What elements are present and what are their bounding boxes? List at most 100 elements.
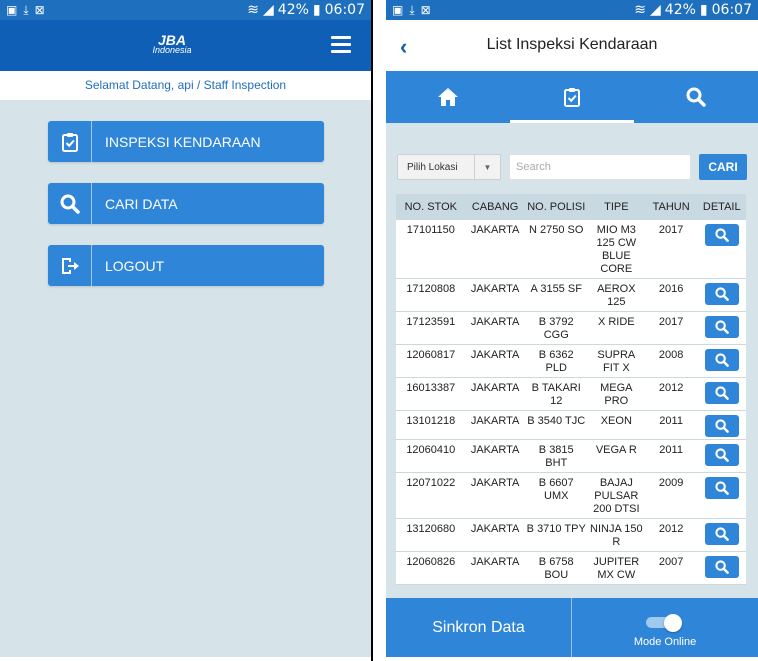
cell-cabang: JAKARTA (465, 311, 525, 345)
search-icon (715, 527, 729, 541)
cell-tahun: 2007 (644, 551, 698, 585)
cell-cabang: JAKARTA (465, 551, 525, 585)
table-row: 17123591 JAKARTA B 3792 CGG X RIDE 2017 (396, 311, 746, 345)
detail-button[interactable] (704, 477, 739, 499)
cell-tahun: 2008 (644, 344, 698, 378)
page-header: ‹ List Inspeksi Kendaraan (386, 20, 758, 71)
tab-home[interactable] (386, 71, 510, 123)
welcome-text: Selamat Datang, api / Staff Inspection (0, 71, 371, 100)
cell-tipe: MIO M3 125 CW BLUE CORE (587, 220, 645, 279)
cell-tipe: AEROX 125 (587, 278, 645, 312)
location-select[interactable]: Pilih Lokasi ▼ (397, 154, 501, 180)
detail-button[interactable] (704, 523, 739, 545)
battery-percent: 42% (277, 2, 309, 18)
table-row: 16013387 JAKARTA B TAKARI 12 MEGA PRO 20… (396, 377, 746, 411)
cari-data-button[interactable]: CARI DATA (48, 183, 324, 224)
list-inspeksi-screen: ▣ ⤓ ⊠ ≋ ◢ 42% ▮ 06:07 ‹ List Inspeksi Ke… (386, 0, 758, 657)
cell-tipe: NINJA 150 R (587, 518, 645, 552)
detail-button[interactable] (704, 556, 739, 578)
menu-icon[interactable] (331, 36, 351, 54)
header-no-stok: NO. STOK (404, 201, 457, 213)
cell-stok: 17120808 (396, 278, 466, 312)
cari-button[interactable]: CARI (699, 154, 747, 180)
cell-tahun: 2009 (644, 472, 698, 519)
cell-cabang: JAKARTA (465, 377, 525, 411)
cell-tahun: 2017 (644, 220, 698, 279)
detail-button[interactable] (704, 415, 739, 437)
search-icon (48, 183, 92, 224)
detail-button[interactable] (704, 283, 739, 305)
cell-stok: 12060826 (396, 551, 466, 585)
app-header: JBA Indonesia (0, 20, 371, 71)
cell-tahun: 2016 (644, 278, 698, 312)
jba-logo: JBA Indonesia (152, 32, 192, 55)
toggle-switch[interactable] (646, 613, 684, 632)
left-bottom-strip (0, 657, 371, 661)
detail-button[interactable] (704, 349, 739, 371)
detail-button[interactable] (704, 316, 739, 338)
signal-icon: ◢ (650, 2, 661, 18)
cell-polisi: B 3815 BHT (524, 439, 588, 473)
cell-tipe: JUPITER MX CW (587, 551, 645, 585)
screen-divider (371, 0, 373, 661)
chevron-down-icon: ▼ (474, 155, 500, 179)
tab-inspeksi[interactable] (510, 71, 634, 123)
table-row: 13120680 JAKARTA B 3710 TPY NINJA 150 R … (396, 518, 746, 552)
clock: 06:07 (711, 2, 752, 18)
table-row: 17101150 JAKARTA N 2750 SO MIO M3 125 CW… (396, 220, 746, 279)
header-detail: DETAIL (702, 201, 741, 213)
table-row: 17120808 JAKARTA A 3155 SF AEROX 125 201… (396, 278, 746, 312)
table-header-row: NO. STOK CABANG NO. POLISI TIPE TAHUN DE… (396, 194, 746, 220)
bottom-action-bar: Sinkron Data Mode Online (386, 598, 758, 657)
image-icon: ▣ (392, 3, 404, 17)
cell-tipe: MEGA PRO (587, 377, 645, 411)
cell-tipe: X RIDE (587, 311, 645, 345)
detail-button[interactable] (704, 444, 739, 466)
search-input[interactable] (509, 154, 691, 180)
logout-button[interactable]: LOGOUT (48, 245, 324, 286)
clipboard-check-icon (564, 88, 580, 107)
cell-polisi: B 6607 UMX (524, 472, 588, 519)
download-icon: ⤓ (23, 2, 29, 17)
cell-tahun: 2012 (644, 377, 698, 411)
wifi-icon: ≋ (247, 2, 260, 18)
cell-stok: 13101218 (396, 410, 466, 440)
tab-bar (386, 71, 758, 123)
mode-online-toggle[interactable]: Mode Online (572, 598, 758, 657)
x-box-icon: ⊠ (34, 3, 45, 17)
search-icon (715, 448, 729, 462)
cell-stok: 17101150 (396, 220, 466, 279)
cell-polisi: B TAKARI 12 (524, 377, 588, 411)
cell-stok: 13120680 (396, 518, 466, 552)
cell-stok: 12060817 (396, 344, 466, 378)
cell-cabang: JAKARTA (465, 220, 525, 279)
battery-percent: 42% (664, 2, 696, 18)
cell-polisi: B 3792 CGG (524, 311, 588, 345)
header-no-polisi: NO. POLISI (527, 201, 586, 213)
search-icon (715, 287, 729, 301)
download-icon: ⤓ (409, 2, 415, 17)
cell-stok: 17123591 (396, 311, 466, 345)
signal-icon: ◢ (263, 2, 274, 18)
cell-tipe: VEGA R (587, 439, 645, 473)
table-row: 12071022 JAKARTA B 6607 UMX BAJAJ PULSAR… (396, 472, 746, 519)
detail-button[interactable] (704, 224, 739, 246)
cell-cabang: JAKARTA (465, 439, 525, 473)
cell-polisi: B 6758 BOU (524, 551, 588, 585)
x-box-icon: ⊠ (420, 3, 431, 17)
cell-polisi: B 3540 TJC (524, 410, 588, 440)
table-row: 12060817 JAKARTA B 6362 PLD SUPRA FIT X … (396, 344, 746, 378)
inspeksi-kendaraan-button[interactable]: INSPEKSI KENDARAAN (48, 121, 324, 162)
header-tipe: TIPE (604, 201, 629, 213)
cell-stok: 12060410 (396, 439, 466, 473)
tab-search[interactable] (634, 71, 758, 123)
cell-cabang: JAKARTA (465, 518, 525, 552)
sinkron-data-button[interactable]: Sinkron Data (386, 598, 572, 657)
cell-cabang: JAKARTA (465, 472, 525, 519)
home-icon (438, 88, 458, 106)
right-bottom-strip (386, 657, 758, 661)
cell-polisi: A 3155 SF (524, 278, 588, 312)
detail-button[interactable] (704, 382, 739, 404)
clipboard-check-icon (48, 121, 92, 162)
cell-stok: 16013387 (396, 377, 466, 411)
